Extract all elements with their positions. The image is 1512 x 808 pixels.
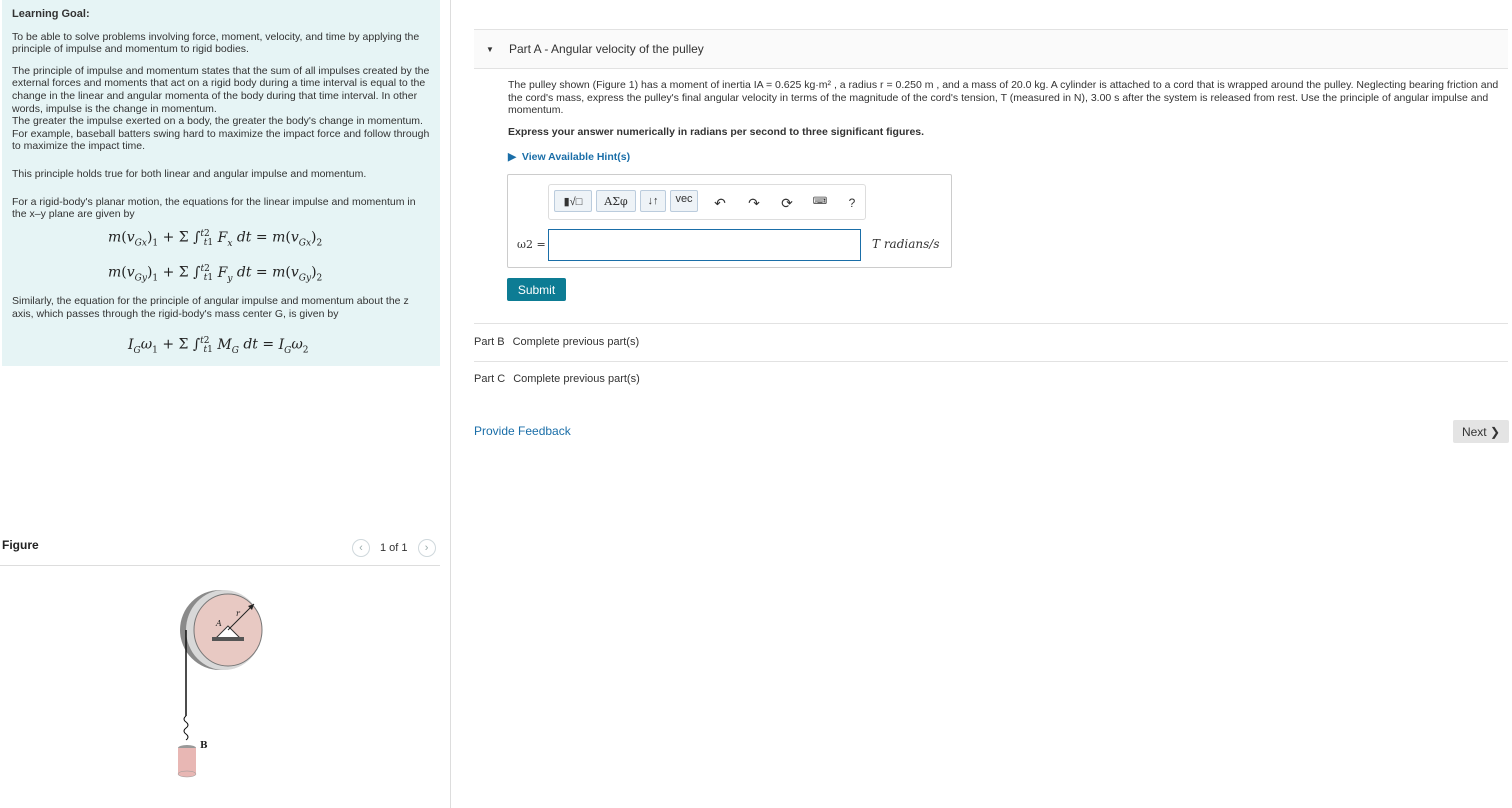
undo-icon[interactable]: ↶ — [711, 195, 729, 212]
linear-angular-text: This principle holds true for both linea… — [12, 167, 367, 180]
provide-feedback-link[interactable]: Provide Feedback — [474, 424, 571, 438]
learning-goal-heading: Learning Goal: — [12, 8, 90, 20]
cylinder — [178, 748, 196, 774]
submit-button[interactable]: Submit — [507, 278, 566, 301]
keyboard-icon[interactable]: ⌨ — [811, 196, 829, 207]
figure-label: Figure — [2, 538, 39, 552]
learning-goal-text: To be able to solve problems involving f… — [12, 30, 420, 56]
part-divider — [474, 323, 1508, 324]
units-label: T radians/s — [872, 237, 940, 251]
planar-motion-text: For a rigid-body's planar motion, the eq… — [12, 195, 416, 221]
point-b-label: B — [200, 741, 208, 751]
instruction-text: Express your answer numerically in radia… — [508, 126, 925, 138]
part-a-title: Part A - Angular velocity of the pulley — [509, 42, 704, 56]
pulley-figure: r A B — [177, 590, 263, 778]
svg-text:A: A — [215, 619, 222, 628]
help-button[interactable]: ? — [843, 196, 861, 210]
chevron-left-icon[interactable]: ‹ — [352, 539, 370, 557]
equation-angular: IGω1 + Σ ∫t2t1 MG dt = IGω2 — [128, 336, 309, 356]
part-b-row[interactable]: Part B Complete previous part(s) — [474, 336, 639, 348]
chevron-right-icon[interactable]: › — [417, 539, 436, 557]
problem-statement: The pulley shown (Figure 1) has a moment… — [508, 79, 1499, 117]
figure-nav: ‹ 1 of 1 › — [352, 539, 436, 557]
panel-divider — [450, 0, 451, 808]
part-c-row[interactable]: Part C Complete previous part(s) — [474, 373, 640, 385]
next-button[interactable]: Next ❯ — [1453, 420, 1509, 443]
omega-2-label: ω2 = — [517, 238, 546, 251]
left-panel: Learning Goal: To be able to solve probl… — [0, 0, 450, 808]
redo-icon[interactable]: ↷ — [745, 195, 763, 212]
vec-button[interactable]: vec — [670, 190, 698, 212]
part-divider — [474, 361, 1508, 362]
view-hints-link[interactable]: ▶ View Available Hint(s) — [508, 151, 630, 163]
answer-input[interactable] — [548, 229, 861, 261]
greek-button[interactable]: AΣφ — [596, 190, 636, 212]
equation-linear-x: m(vGx)1 + Σ ∫t2t1 Fx dt = m(vGx)2 — [108, 229, 323, 249]
templates-button[interactable]: ▮√□ — [554, 190, 592, 212]
principle-text: The principle of impulse and momentum st… — [12, 64, 430, 115]
arrows-button[interactable]: ↓↑ — [640, 190, 666, 212]
math-toolbar: ▮√□ AΣφ ↓↑ vec ↶ ↷ ⟳ ⌨ ? — [548, 184, 866, 220]
angular-principle-text: Similarly, the equation for the principl… — [12, 295, 409, 320]
part-a-header[interactable]: ▼ Part A - Angular velocity of the pulle… — [474, 29, 1508, 69]
equation-linear-y: m(vGy)1 + Σ ∫t2t1 Fy dt = m(vGy)2 — [108, 264, 323, 284]
answer-box: ▮√□ AΣφ ↓↑ vec ↶ ↷ ⟳ ⌨ ? ω2 = T radians/… — [507, 174, 952, 268]
collapse-triangle-icon[interactable]: ▼ — [486, 45, 494, 54]
figure-counter: 1 of 1 — [380, 542, 408, 554]
reset-icon[interactable]: ⟳ — [778, 195, 796, 212]
greater-impulse-text: The greater the impulse exerted on a bod… — [12, 115, 430, 153]
learning-goal-panel: Learning Goal: To be able to solve probl… — [2, 0, 440, 366]
figure-divider — [0, 565, 440, 566]
